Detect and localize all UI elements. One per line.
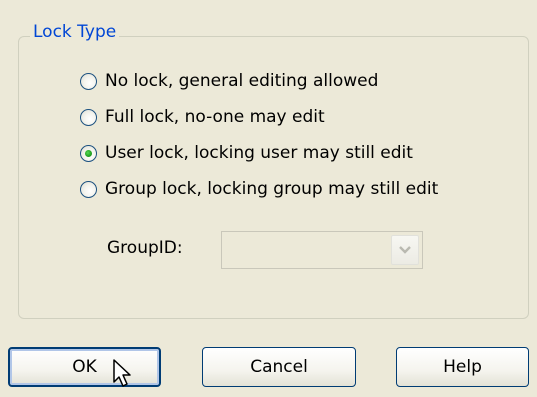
radio-full-lock-label[interactable]: Full lock, no-one may edit <box>105 107 325 127</box>
radio-group-lock-button[interactable] <box>80 180 97 198</box>
radio-user-lock-label[interactable]: User lock, locking user may still edit <box>105 143 413 163</box>
groupid-dropdown-button[interactable] <box>391 235 419 265</box>
radio-no-lock-label[interactable]: No lock, general editing allowed <box>105 71 378 91</box>
radio-no-lock-button[interactable] <box>80 72 97 90</box>
radio-group-lock-label[interactable]: Group lock, locking group may still edit <box>105 179 438 199</box>
mouse-pointer-icon <box>113 359 131 387</box>
ok-button[interactable]: OK <box>8 347 161 387</box>
lock-type-legend: Lock Type <box>30 20 120 44</box>
groupid-select[interactable] <box>221 231 423 269</box>
radio-group-lock[interactable]: Group lock, locking group may still edit <box>80 175 438 203</box>
lock-type-dialog: Lock Type No lock, general editing allow… <box>0 0 537 397</box>
radio-no-lock[interactable]: No lock, general editing allowed <box>80 67 378 95</box>
cancel-button[interactable]: Cancel <box>202 347 356 387</box>
help-button[interactable]: Help <box>396 347 529 387</box>
radio-user-lock-button[interactable] <box>80 144 97 162</box>
radio-user-lock[interactable]: User lock, locking user may still edit <box>80 139 413 167</box>
chevron-down-icon <box>399 246 411 254</box>
radio-full-lock[interactable]: Full lock, no-one may edit <box>80 103 325 131</box>
radio-full-lock-button[interactable] <box>80 108 97 126</box>
groupid-label: GroupID: <box>107 238 183 258</box>
